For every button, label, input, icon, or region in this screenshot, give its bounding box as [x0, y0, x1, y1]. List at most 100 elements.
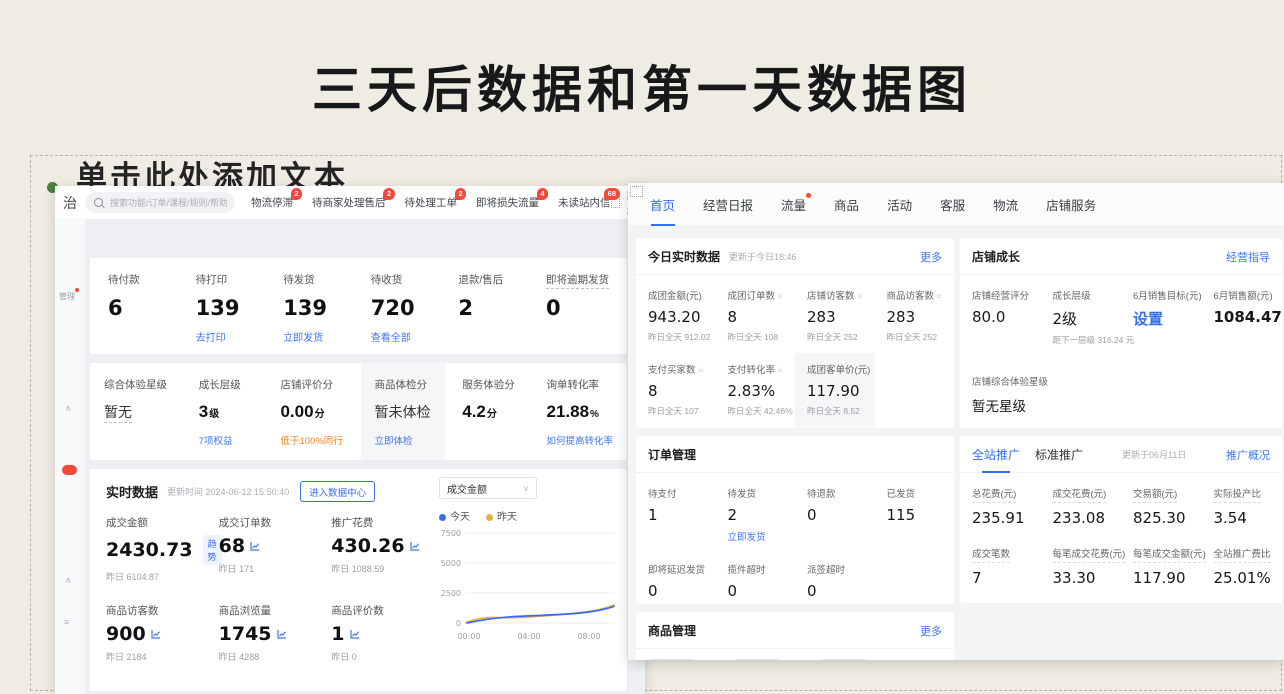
- main-tab[interactable]: 流量: [781, 195, 806, 214]
- redacted-text-stub: [650, 659, 694, 660]
- realtime-metric: 成交订单数 68 昨日 171: [219, 515, 332, 583]
- metric-yesterday: 昨日 171: [219, 562, 326, 575]
- realtime-chart-zone: 成交金额 ∨ 今天 昨天 7500 5000 2500 0 00:00: [439, 477, 619, 654]
- rating-label: 商品体检分: [375, 377, 431, 392]
- trend-chart-icon[interactable]: [778, 365, 783, 374]
- redacted-text-stub: [736, 659, 780, 660]
- metric-label: 6月销售额(元): [1214, 288, 1273, 302]
- rating-value: 暂无: [104, 404, 132, 423]
- metric-yesterday: 昨日全天 912.02: [648, 331, 704, 343]
- data-center-button[interactable]: 进入数据中心: [300, 481, 375, 502]
- app-logo-text: 治: [63, 193, 85, 213]
- trend-chart-icon[interactable]: [699, 365, 704, 374]
- metric-yesterday: 昨日 1088.59: [331, 562, 438, 575]
- order-stat-label: 待发货: [283, 272, 341, 287]
- trend-chart-icon[interactable]: [778, 291, 783, 300]
- metric-yesterday: 昨日全天 42.46%: [728, 405, 784, 417]
- promotion-tab-sitewide[interactable]: 全站推广: [972, 446, 1020, 463]
- metric-label: 待发货: [728, 486, 757, 500]
- metric-value: 2级: [1053, 308, 1110, 329]
- metric-label: 交易额(元): [1133, 486, 1177, 503]
- top-nav-item[interactable]: 未读站内信 68: [558, 195, 611, 210]
- legend-dot-yellow: [486, 514, 493, 521]
- top-nav-item[interactable]: 待处理工单 2: [405, 195, 458, 210]
- rating-link[interactable]: 低于100%同行: [280, 433, 342, 447]
- card-title: 店铺成长: [972, 248, 1020, 265]
- promotion-overview-link[interactable]: 推广概况: [1226, 447, 1270, 463]
- main-tab[interactable]: 物流: [993, 195, 1018, 214]
- legend-today[interactable]: 今天: [439, 508, 470, 523]
- svg-text:0: 0: [456, 619, 461, 628]
- trend-chart-icon[interactable]: [858, 291, 863, 300]
- top-nav-label: 待处理工单: [405, 197, 458, 209]
- rating-stat: 综合体验星级 暂无: [90, 377, 181, 447]
- more-link[interactable]: 更多: [920, 623, 942, 639]
- page-title: 三天后数据和第一天数据图: [0, 50, 1284, 122]
- rating-link[interactable]: 立即体检: [375, 433, 431, 447]
- trend-chart-icon[interactable]: [277, 629, 287, 639]
- order-stat-value: 2: [458, 296, 516, 320]
- metric-label: 总花费(元): [972, 486, 1016, 503]
- menu-icon[interactable]: ≡: [64, 617, 69, 627]
- top-nav-label: 待商家处理售后: [312, 197, 386, 209]
- rating-link[interactable]: 如何提高转化率: [546, 433, 613, 447]
- rail-manage-item[interactable]: 管理: [59, 291, 75, 302]
- notification-badge: 2: [291, 188, 302, 200]
- metric-label: 成交订单数: [219, 515, 326, 530]
- metric-value: 943.20: [648, 308, 704, 326]
- main-tab[interactable]: 客服: [940, 195, 965, 214]
- metric-label: 待退款: [807, 486, 836, 500]
- order-stat-link[interactable]: 去打印: [196, 329, 254, 344]
- main-tab[interactable]: 经营日报: [703, 195, 753, 214]
- promotion-tab-standard[interactable]: 标准推广: [1035, 446, 1083, 463]
- order-stat-label: 待付款: [108, 272, 166, 287]
- metric-label: 店铺经营评分: [972, 288, 1029, 302]
- metric-value: 0: [807, 506, 863, 524]
- trend-chart-icon[interactable]: [250, 541, 260, 551]
- promotion-metric: 每笔成交花费(元) 33.30: [1041, 537, 1122, 597]
- main-tab[interactable]: 店铺服务: [1046, 195, 1096, 214]
- order-stat-link[interactable]: 立即发货: [283, 329, 341, 344]
- metric-value: 1084.47: [1214, 308, 1271, 326]
- ship-now-link[interactable]: 立即发货: [728, 529, 784, 543]
- chart-metric-select[interactable]: 成交金额 ∨: [439, 477, 537, 499]
- search-box[interactable]: [85, 192, 235, 213]
- main-tab[interactable]: 商品: [834, 195, 859, 214]
- order-stat: 即将逾期发货 0: [546, 272, 609, 344]
- metric-label: 每笔成交花费(元): [1053, 546, 1126, 563]
- trend-chart-icon[interactable]: [410, 541, 420, 551]
- metric-label: 即将延迟发货: [648, 562, 705, 576]
- top-nav-item[interactable]: 即将损失流量 4: [476, 195, 539, 210]
- rating-unit: 分: [315, 409, 325, 420]
- metric-value: 825.30: [1133, 509, 1190, 527]
- order-management-card: 订单管理 待支付 1 待发货 2 立即发货: [636, 436, 954, 604]
- realtime-data-card: 实时数据 更新时间 2024-06-12 15:50:40 进入数据中心 成交金…: [90, 469, 627, 691]
- main-tab[interactable]: 活动: [887, 195, 912, 214]
- trend-chart-icon[interactable]: [350, 629, 360, 639]
- top-nav-item[interactable]: 物流停滞 2: [251, 195, 293, 210]
- metric-sub: 距下一层级 316.24 元: [1053, 334, 1110, 346]
- rating-link[interactable]: 7项权益: [199, 433, 249, 447]
- trend-chart-icon[interactable]: [151, 629, 161, 639]
- search-input[interactable]: [108, 197, 229, 209]
- chevron-up-icon[interactable]: ∧: [65, 575, 72, 586]
- more-link[interactable]: 更多: [920, 249, 942, 265]
- top-nav-item[interactable]: 待商家处理售后 2: [312, 195, 386, 210]
- svg-text:08:00: 08:00: [577, 632, 600, 641]
- metric-label: 商品访客数: [106, 603, 213, 618]
- order-stats-card: 待付款 6 待打印 139 去打印 待发货 139 立即发货: [90, 258, 627, 354]
- trend-chart-icon[interactable]: [937, 291, 942, 300]
- right-column: 店铺成长 经营指导 店铺经营评分 80.0 成长层级 2级 距下一层级 316.…: [960, 238, 1282, 611]
- guidance-link[interactable]: 经营指导: [1226, 249, 1270, 265]
- notification-badge: 68: [604, 188, 619, 200]
- metric-label: 成团订单数: [728, 288, 776, 302]
- main-tab[interactable]: 首页: [650, 195, 675, 214]
- rating-label: 店铺评价分: [280, 377, 342, 392]
- chevron-up-icon[interactable]: ∧: [65, 403, 72, 414]
- legend-dot-blue: [439, 514, 446, 521]
- metric-value: 115: [887, 506, 943, 524]
- order-stat-link[interactable]: 查看全部: [371, 329, 429, 344]
- legend-yesterday[interactable]: 昨天: [486, 508, 517, 523]
- metric-value: 2.83%: [728, 382, 784, 400]
- today-metric: 店铺访客数 283 昨日全天 252: [795, 279, 875, 353]
